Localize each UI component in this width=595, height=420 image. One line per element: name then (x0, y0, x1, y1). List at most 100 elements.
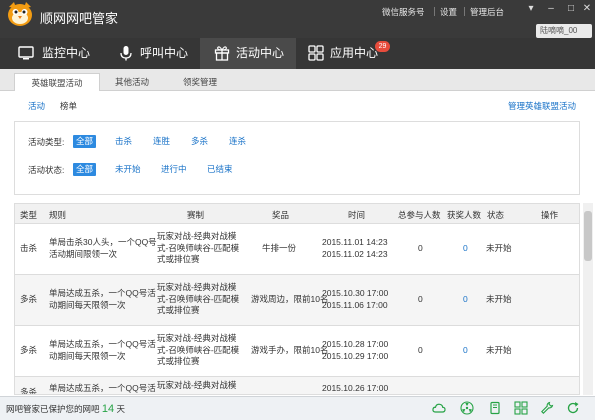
protection-status: 网吧管家已保护您的网吧 14 天 (6, 403, 126, 415)
type-filter-multikill[interactable]: 多杀 (191, 135, 208, 148)
grid-icon[interactable] (514, 401, 528, 415)
status-filter-all[interactable]: 全部 (73, 163, 97, 176)
close-icon[interactable]: ✕ (581, 3, 593, 15)
nav-item-activity[interactable]: 活动中心 (200, 38, 296, 69)
status-bar: 网吧管家已保护您的网吧 14 天 (0, 396, 595, 420)
status-filter-ended[interactable]: 已结束 (207, 163, 233, 176)
status-filter-in-progress[interactable]: 进行中 (161, 163, 187, 176)
cell-format: 玩家对战-经典对战模 式-召唤师峡谷-匹配模 式或排位赛 (157, 333, 240, 366)
table-row[interactable]: 击杀 单局击杀30人头，一个QQ号 活动期间限领一次 玩家对战-经典对战模 式-召唤… (15, 224, 579, 275)
breadcrumb-activity[interactable]: 活动 (28, 100, 45, 112)
type-filter-streak[interactable]: 连胜 (153, 135, 170, 148)
drive-icon[interactable] (488, 401, 502, 415)
cell-time: 2015.10.30 17:00 2015.11.06 17:00 (322, 288, 389, 310)
column-header: 操作 (541, 210, 559, 220)
nav-item-monitor[interactable]: 监控中心 (0, 38, 100, 69)
user-name[interactable]: 陆嘀嘀_00 (536, 24, 592, 38)
breadcrumb-leaderboard[interactable]: 榜单 (60, 100, 77, 112)
cell-type: 击杀 (20, 243, 38, 253)
cell-prize: 游戏周边，限前10名 (251, 294, 329, 304)
column-header: 奖品 (272, 210, 290, 220)
radiation-icon[interactable] (460, 401, 474, 415)
cell-status: 未开始 (486, 243, 512, 253)
tab-other-activity[interactable]: 其他活动 (104, 73, 160, 91)
status-filter-not-started[interactable]: 未开始 (115, 163, 141, 176)
nav-label: 监控中心 (42, 46, 91, 60)
table-scrollbar[interactable] (583, 203, 593, 395)
nav-label: 呼叫中心 (140, 46, 189, 60)
sub-tabs: 英雄联盟活动 其他活动 领奖管理 (0, 69, 595, 91)
activity-type-label: 活动类型: (28, 137, 65, 147)
cell-prize: 游戏手办，限前10名 (251, 345, 329, 355)
cell-time: 2015.11.01 14:23 2015.11.02 14:23 (322, 237, 388, 259)
cloud-icon[interactable] (432, 401, 446, 415)
column-header: 总参与人数 (398, 210, 441, 220)
filter-panel (14, 121, 580, 195)
cell-format: 玩家对战-经典对战模 式-召唤师峡谷-匹配模 式或排位赛 (157, 282, 240, 315)
cell-winners[interactable]: 0 (463, 294, 468, 306)
cell-type: 多杀 (20, 345, 38, 355)
app-title: 顺网网吧管家 (40, 11, 119, 26)
title-bar: 顺网网吧管家 微信服务号 设置 管理后台 ▾ – □ ✕ 陆嘀嘀_00 (0, 0, 595, 38)
cell-participants: 0 (418, 243, 423, 253)
table-header: 类型 规则 赛制 奖品 时间 总参与人数 获奖人数 状态 操作 (15, 204, 579, 224)
cell-winners[interactable]: 0 (463, 345, 468, 357)
cell-participants: 0 (418, 345, 423, 355)
column-header: 规则 (49, 210, 67, 220)
table-row[interactable]: 多杀 单局达成五杀，一个QQ号活 玩家对战-经典对战模 2015.10.26 1… (15, 377, 579, 395)
wrench-icon[interactable] (540, 401, 554, 415)
cell-time: 2015.10.26 17:00 (322, 383, 389, 393)
divider (464, 7, 465, 16)
nav-label: 应用中心 (330, 46, 379, 60)
maximize-icon[interactable]: □ (565, 3, 577, 15)
wechat-link[interactable]: 微信服务号 (382, 6, 425, 18)
minimize-icon[interactable]: – (545, 3, 557, 15)
gift-icon (214, 46, 230, 61)
type-filter-kill[interactable]: 击杀 (115, 135, 132, 148)
microphone-icon (120, 46, 132, 61)
cell-type: 多杀 (20, 294, 38, 304)
activity-table: 类型 规则 赛制 奖品 时间 总参与人数 获奖人数 状态 操作 击杀 单局击杀3… (14, 203, 580, 395)
protected-days: 14 (101, 403, 115, 415)
cell-winners[interactable]: 0 (463, 243, 468, 255)
cell-rule: 单局击杀30人头，一个QQ号 活动期间限领一次 (49, 237, 157, 259)
type-filter-all[interactable]: 全部 (73, 135, 97, 148)
cell-type: 多杀 (20, 387, 38, 395)
main-nav: 监控中心 呼叫中心 活动中心 应用中心 29 (0, 38, 595, 69)
cell-rule: 单局达成五杀，一个QQ号活 动期间每天限领一次 (49, 288, 156, 310)
breadcrumb: 活动 榜单 管理英雄联盟活动 (0, 91, 595, 119)
tab-lol-activity[interactable]: 英雄联盟活动 (14, 73, 100, 91)
column-header: 时间 (348, 210, 366, 220)
cell-status: 未开始 (486, 345, 512, 355)
column-header: 类型 (20, 210, 38, 220)
tab-prize-management[interactable]: 领奖管理 (172, 73, 228, 91)
nav-label: 活动中心 (236, 46, 285, 60)
column-header: 状态 (487, 210, 505, 220)
cell-format: 玩家对战-经典对战模 (157, 380, 237, 390)
dropdown-arrow-icon[interactable]: ▾ (525, 3, 537, 15)
manage-lol-activity-link[interactable]: 管理英雄联盟活动 (508, 100, 576, 112)
cell-rule: 单局达成五杀，一个QQ号活 动期间每天限领一次 (49, 339, 156, 361)
type-filter-killstreak[interactable]: 连杀 (229, 135, 246, 148)
apps-grid-icon (308, 45, 324, 61)
column-header: 赛制 (187, 210, 205, 220)
nav-item-call[interactable]: 呼叫中心 (100, 38, 200, 69)
cell-status: 未开始 (486, 294, 512, 304)
column-header: 获奖人数 (447, 210, 482, 220)
notification-badge: 29 (375, 41, 390, 52)
table-row[interactable]: 多杀 单局达成五杀，一个QQ号活 动期间每天限领一次 玩家对战-经典对战模 式-召唤… (15, 326, 579, 377)
cell-time: 2015.10.28 17:00 2015.10.29 17:00 (322, 339, 389, 361)
table-row[interactable]: 多杀 单局达成五杀，一个QQ号活 动期间每天限领一次 玩家对战-经典对战模 式-召唤… (15, 275, 579, 326)
divider (434, 7, 435, 16)
admin-link[interactable]: 管理后台 (470, 6, 504, 18)
app-logo-icon (8, 2, 32, 26)
cell-rule: 单局达成五杀，一个QQ号活 (49, 383, 156, 393)
cell-participants: 0 (418, 294, 423, 304)
settings-link[interactable]: 设置 (440, 6, 457, 18)
cell-prize: 牛排一份 (262, 243, 297, 253)
cell-format: 玩家对战-经典对战模 式-召唤师峡谷-匹配模 式或排位赛 (157, 231, 240, 264)
activity-status-label: 活动状态: (28, 165, 65, 175)
monitor-icon (18, 46, 34, 60)
refresh-icon[interactable] (566, 401, 580, 415)
scroll-thumb[interactable] (584, 211, 592, 261)
